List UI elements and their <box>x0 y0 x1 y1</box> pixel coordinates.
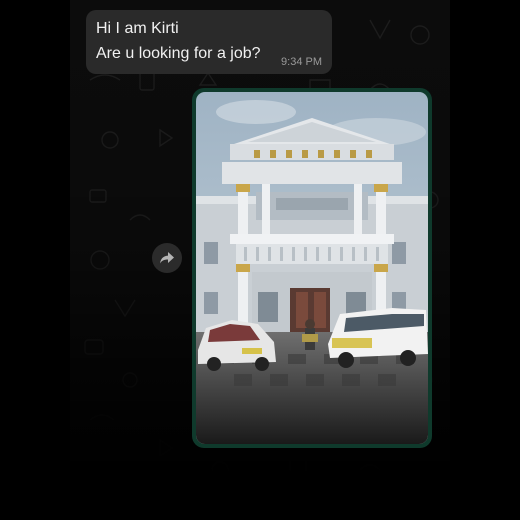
forward-arrow-icon <box>160 252 174 264</box>
chat-view: Hi I am Kirti Are u looking for a job? 9… <box>70 0 450 520</box>
forward-button[interactable] <box>152 243 182 273</box>
image-message-photo[interactable] <box>196 92 428 444</box>
message-text-line-1: Hi I am Kirti <box>96 20 179 37</box>
incoming-message-bubble[interactable]: Hi I am Kirti Are u looking for a job? 9… <box>86 10 332 74</box>
mansion-photo <box>196 92 428 444</box>
message-text-line-2: Are u looking for a job? <box>96 45 261 62</box>
message-timestamp: 9:34 PM <box>281 56 322 68</box>
image-message-bubble[interactable] <box>192 88 432 448</box>
